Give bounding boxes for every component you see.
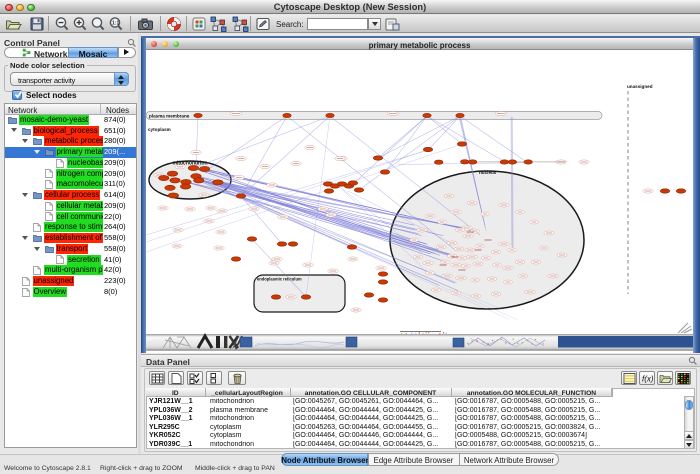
svg-text:f(x): f(x) (642, 374, 654, 383)
svg-text:1:1: 1:1 (112, 21, 119, 27)
svg-text:endoplasmic reticulum: endoplasmic reticulum (257, 277, 302, 282)
svg-text:cytoplasm: cytoplasm (148, 127, 171, 132)
svg-text:nucleus: nucleus (479, 170, 497, 175)
svg-text:plasma membrane: plasma membrane (149, 113, 190, 118)
svg-text:unassigned: unassigned (627, 84, 653, 89)
